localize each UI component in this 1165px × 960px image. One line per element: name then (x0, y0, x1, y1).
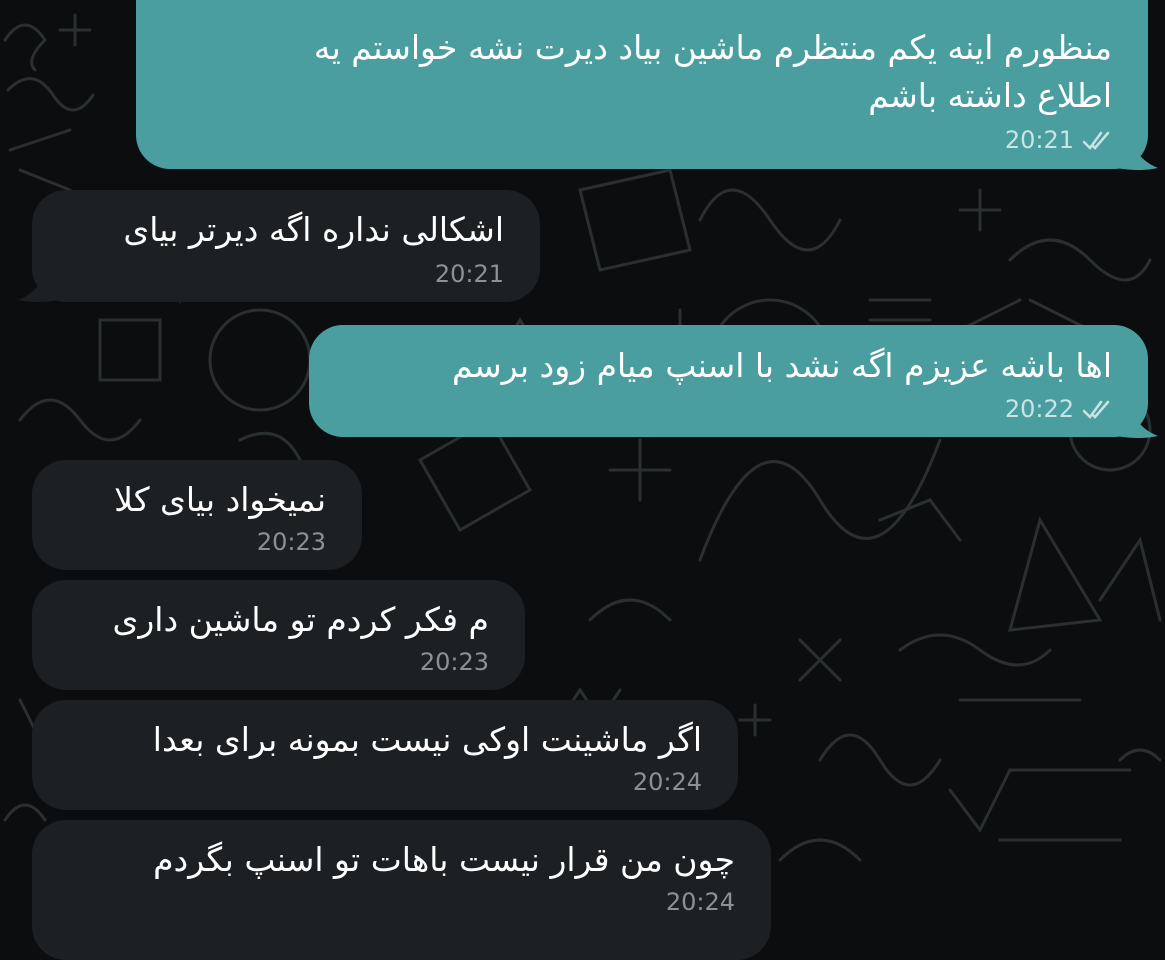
message-meta: 20:24 (666, 888, 735, 916)
message-time: 20:23 (256, 528, 326, 556)
message-text: چون من قرار نیست باهات تو اسنپ بگردم (153, 840, 735, 879)
message-meta: 20:24 (633, 768, 702, 796)
message-time: 20:23 (419, 648, 489, 676)
message-meta: 20:22 (1005, 395, 1112, 423)
message-meta: 20:23 (257, 528, 326, 556)
message-text: منظورم اینه یکم منتظرم ماشین بیاد دیرت ن… (313, 28, 1112, 67)
message-time: 20:24 (665, 888, 735, 916)
double-check-icon (1082, 400, 1110, 419)
message-bubble-incoming[interactable]: م فکر کردم تو ماشین داری 20:23 (32, 580, 525, 690)
message-time: 20:21 (434, 260, 504, 288)
message-text: اها باشه عزیزم اگه نشد با اسنپ میام زود … (452, 346, 1112, 385)
message-bubble-incoming[interactable]: نمیخواد بیای کلا 20:23 (32, 460, 362, 570)
double-check-icon (1082, 131, 1110, 150)
message-bubble-incoming[interactable]: اگر ماشینت اوکی نیست بمونه برای بعدا 20:… (32, 700, 738, 810)
message-text: اشکالی نداره اگه دیرتر بیای (123, 210, 504, 249)
message-bubble-outgoing[interactable]: اها باشه عزیزم اگه نشد با اسنپ میام زود … (309, 325, 1148, 437)
message-text: م فکر کردم تو ماشین داری (112, 600, 489, 639)
message-time: 20:21 (1004, 126, 1074, 154)
message-meta: 20:23 (420, 648, 489, 676)
message-meta: 20:21 (1005, 126, 1112, 154)
message-meta: 20:21 (435, 260, 504, 288)
message-text: اگر ماشینت اوکی نیست بمونه برای بعدا (152, 720, 702, 759)
message-time: 20:24 (632, 768, 702, 796)
message-text: اطلاع داشته باشم (868, 76, 1112, 115)
message-time: 20:22 (1004, 395, 1074, 423)
message-text: نمیخواد بیای کلا (114, 480, 326, 519)
message-bubble-incoming[interactable]: چون من قرار نیست باهات تو اسنپ بگردم 20:… (32, 820, 771, 960)
message-bubble-outgoing[interactable]: منظورم اینه یکم منتظرم ماشین بیاد دیرت ن… (136, 0, 1148, 169)
message-bubble-incoming[interactable]: اشکالی نداره اگه دیرتر بیای 20:21 (32, 190, 540, 302)
